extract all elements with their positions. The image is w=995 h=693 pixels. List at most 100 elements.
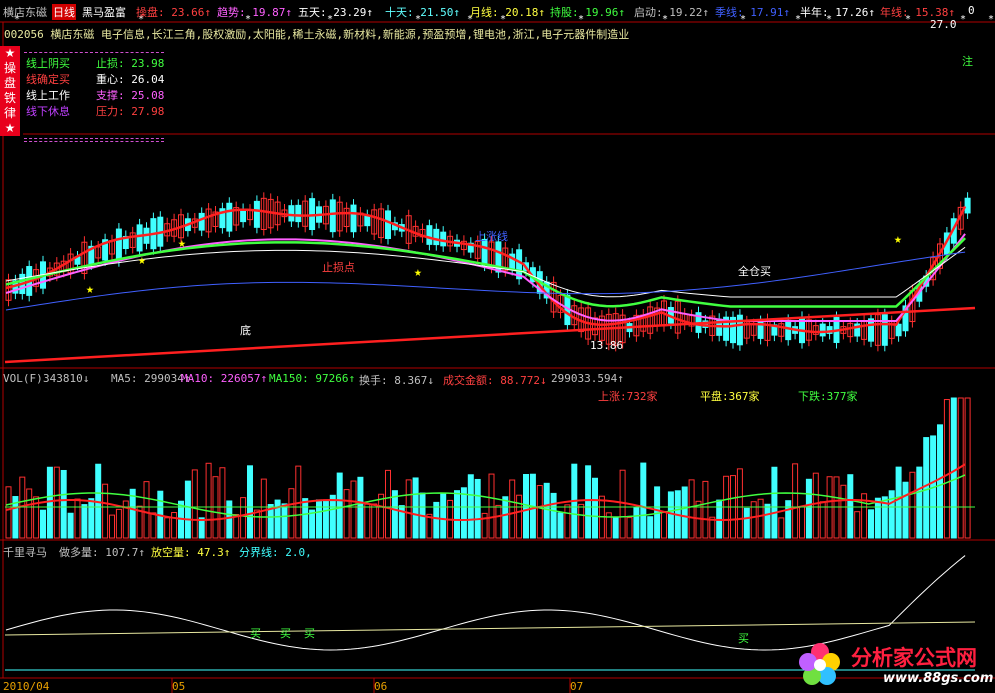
rule-row: 线上工作 支撑: 25.08 [26, 88, 164, 104]
star-marker: ★ [138, 253, 146, 268]
volume-bar [329, 494, 336, 539]
volume-bar [578, 503, 585, 539]
volume-bar [626, 517, 633, 539]
rules-border-bottom [24, 138, 164, 139]
header-item: 五天: 23.29↑ [298, 6, 373, 19]
volume-bar [495, 504, 502, 539]
volume-bar [592, 477, 598, 539]
header-item: 月线: 20.18↑ [470, 6, 545, 19]
ind-item: 分界线: 2.0, [239, 546, 312, 559]
volume-bar [357, 476, 364, 539]
stock-concept-tags: 002056 横店东磁 电子信息,长江三角,股权激励,太阳能,稀土永磁,新材料,… [4, 28, 630, 41]
candle-body [881, 314, 888, 346]
rule-left: 线确定买 [26, 73, 70, 86]
vol-item: MA5: 299034↑ [111, 372, 191, 385]
sidebar-label: ★操盘铁律★ [3, 46, 16, 135]
volume-bar [46, 466, 53, 539]
candle-body [198, 212, 205, 231]
header-item: 季线: 17.91↑ [715, 6, 790, 19]
volume-bar [764, 503, 771, 539]
star-marker: ★ [894, 232, 902, 247]
volume-bar [322, 499, 329, 539]
corner-mark: 0 [968, 4, 975, 17]
rule-right: 支撑: 25.08 [96, 89, 165, 102]
header-item: 十天: 21.50↑ [385, 6, 460, 19]
star-marker: ★ [178, 236, 186, 251]
volume-bar [702, 480, 709, 539]
header-item: 日线 [52, 4, 76, 20]
volume-bar [67, 512, 74, 539]
rule-left: 线上工作 [26, 89, 70, 102]
flower-logo-icon [799, 643, 840, 685]
header-item: 横店东磁 [3, 6, 47, 19]
stat-flat: 平盘:367家 [700, 390, 760, 403]
vol-item: 换手: 8.367↓ [359, 374, 434, 387]
candle-body [295, 204, 302, 223]
volume-bar [840, 484, 847, 539]
volume-bar [805, 478, 812, 539]
volume-bar [757, 498, 764, 539]
volume-bar [81, 504, 88, 539]
volume-bar [440, 492, 447, 539]
rules-border-top [24, 52, 164, 53]
volume-bar [937, 424, 943, 539]
full-buy-label: 全仓买 [738, 265, 771, 278]
volume-bar [550, 492, 557, 539]
date-label: 05 [172, 680, 186, 693]
header-item: 操盘: 23.66↑ [136, 6, 211, 19]
rule-left: 线下休息 [26, 105, 70, 118]
volume-bar [412, 477, 419, 539]
stat-up: 上涨:732家 [598, 390, 658, 403]
candle-body [868, 318, 874, 342]
volume-bar [667, 491, 674, 539]
volume-bar [143, 481, 150, 539]
candle-body [426, 225, 433, 245]
volume-bar [509, 479, 516, 539]
vol-item: 299033.594↑ [551, 372, 624, 385]
volume-bar [5, 486, 12, 539]
volume-bar [743, 507, 750, 539]
volume-bar [281, 503, 288, 539]
volume-bar [868, 509, 874, 539]
volume-bar [916, 466, 923, 539]
vol-item: 343810↓ [43, 372, 90, 385]
indicator-white-line [5, 555, 966, 651]
volume-bar [785, 500, 792, 539]
header-item: 持股: 19.96↑ [550, 6, 625, 19]
ind-item: 千里寻马 [3, 546, 47, 559]
rule-right: 止损: 23.98 [96, 57, 165, 70]
candle-body [433, 228, 440, 246]
sidebar-trading-rules[interactable]: ★操盘铁律★ [0, 46, 20, 136]
volume-bar [854, 511, 861, 539]
volume-bar [474, 478, 481, 539]
volume-bar [205, 462, 212, 539]
volume-bar [233, 514, 240, 539]
volume-bar [274, 499, 281, 539]
star-marker: ★ [86, 282, 94, 297]
bottom-label: 底 [240, 324, 251, 337]
rule-row: 线上阴买 止损: 23.98 [26, 56, 164, 72]
volume-bar [191, 469, 198, 539]
candle-body [136, 224, 143, 252]
header-item: 启动: 19.22↑ [634, 6, 709, 19]
volume-bar [950, 397, 957, 539]
volume-bar [26, 488, 33, 539]
volume-bar [40, 509, 46, 539]
rule-row: 线确定买 重心: 26.04 [26, 72, 164, 88]
volume-bar [164, 517, 171, 539]
volume-bar [247, 465, 253, 539]
volume-bar [240, 497, 247, 539]
vol-ma-green [5, 474, 966, 518]
volume-bar [516, 494, 523, 539]
volume-bar [488, 473, 495, 539]
indicator-baseline [4, 621, 976, 636]
volume-bar [260, 478, 267, 539]
candle-body [240, 208, 247, 223]
volume-bar [378, 493, 385, 539]
site-logo: 分析家公式网 www.88gs.com [795, 638, 993, 690]
corner-value: 27.0 [930, 18, 957, 31]
volume-bar [302, 498, 309, 539]
vol-item: 成交金额: 88.772↓ [443, 374, 547, 387]
volume-bar [612, 516, 619, 539]
candle-body [785, 319, 792, 341]
